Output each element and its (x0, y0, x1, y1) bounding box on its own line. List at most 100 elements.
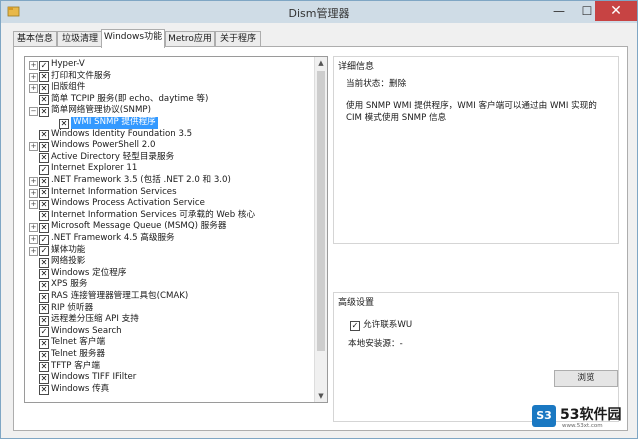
feature-checkbox[interactable]: ✕ (39, 141, 49, 152)
feature-tree-item[interactable]: + ✕ 旧版组件 (25, 82, 313, 94)
watermark-text: 53软件园 (560, 407, 622, 423)
feature-checkbox[interactable]: ✕ (39, 222, 49, 233)
feature-tree-item[interactable]: + ✓ .NET Framework 4.5 高级服务 (25, 233, 313, 245)
feature-tree-item[interactable]: ✕ Telnet 服务器 (25, 349, 313, 361)
tree-expander-icon[interactable]: + (29, 246, 38, 256)
feature-checkbox[interactable]: ✕ (39, 106, 49, 117)
tree-expander-icon[interactable]: + (29, 235, 38, 244)
feature-checkbox[interactable]: ✕ (39, 72, 49, 83)
feature-tree-item[interactable]: + ✕ Windows Process Activation Service (25, 198, 313, 210)
title-bar[interactable]: Dism管理器 — ☐ ✕ (1, 1, 637, 23)
feature-tree-item[interactable]: ✕ 网络投影 (25, 256, 313, 268)
tab-windows-features[interactable]: Windows功能 (101, 29, 165, 48)
feature-checkbox[interactable]: ✕ (39, 83, 49, 94)
tree-expander-icon[interactable]: + (29, 200, 38, 210)
feature-tree-item[interactable]: ✕ TFTP 客户端 (25, 361, 313, 373)
feature-checkbox[interactable]: ✕ (39, 199, 49, 210)
feature-tree-item[interactable]: ✕ Windows 传真 (25, 384, 313, 396)
feature-label: Windows Identity Foundation 3.5 (51, 128, 193, 139)
feature-checkbox[interactable]: ✕ (59, 118, 69, 129)
feature-tree-item[interactable]: ✕ RAS 连接管理器管理工具包(CMAK) (25, 291, 313, 303)
tree-expander-icon[interactable]: − (29, 107, 38, 117)
feature-tree-item[interactable]: ✕ Windows TIFF IFilter (25, 372, 313, 384)
feature-checkbox[interactable]: ✕ (39, 315, 49, 326)
feature-tree-item[interactable]: ✕ RIP 侦听器 (25, 303, 313, 315)
tree-expander-icon[interactable]: + (29, 223, 38, 233)
feature-tree-item[interactable]: − ✕ 简单网络管理协议(SNMP) (25, 105, 313, 117)
feature-checkbox[interactable]: ✕ (39, 95, 49, 106)
feature-tree-item[interactable]: + ✕ Windows PowerShell 2.0 (25, 140, 313, 152)
tab-cleanup[interactable]: 垃圾清理 (57, 31, 103, 47)
feature-checkbox[interactable]: ✕ (39, 292, 49, 303)
scroll-down-arrow-icon[interactable]: ▼ (315, 390, 327, 402)
feature-label: 远程差分压缩 API 支持 (51, 314, 139, 325)
minimize-button[interactable]: — (545, 1, 573, 21)
feature-tree-item[interactable]: ✕ Windows 定位程序 (25, 268, 313, 280)
feature-tree[interactable]: + ✓ Hyper-V + ✕ 打印和文件服务 + ✕ 旧版组件 ✕ 简单 TCPIP 服务(即 e… (24, 56, 328, 403)
tab-about[interactable]: 关于程序 (215, 31, 261, 47)
feature-checkbox[interactable]: ✕ (39, 211, 49, 222)
allow-network-checkbox[interactable]: ✓ (350, 321, 360, 331)
feature-tree-item[interactable]: ✕ 简单 TCPIP 服务(即 echo、daytime 等) (25, 94, 313, 106)
tree-expander-icon[interactable]: + (29, 188, 38, 198)
tree-expander-icon[interactable]: + (29, 72, 38, 82)
feature-label: Windows Search (51, 325, 122, 336)
feature-checkbox[interactable]: ✕ (39, 257, 49, 268)
feature-checkbox[interactable]: ✓ (39, 246, 49, 257)
details-group: 详细信息 当前状态：删除 使用 SNMP WMI 提供程序，WMI 客户端可以通… (333, 56, 619, 244)
scrollbar-thumb[interactable] (317, 71, 325, 351)
feature-label: Internet Explorer 11 (51, 163, 138, 174)
feature-description: 使用 SNMP WMI 提供程序，WMI 客户端可以通过由 WMI 实现的 CI… (346, 101, 597, 123)
feature-checkbox[interactable]: ✕ (39, 385, 49, 396)
feature-tree-item[interactable]: + ✕ .NET Framework 3.5 (包括 .NET 2.0 和 3.0) (25, 175, 313, 187)
feature-tree-item[interactable]: + ✕ Internet Information Services (25, 187, 313, 199)
feature-tree-item[interactable]: ✕ Windows Identity Foundation 3.5 (25, 129, 313, 141)
feature-checkbox[interactable]: ✓ (39, 164, 49, 175)
feature-checkbox[interactable]: ✓ (39, 60, 49, 71)
details-heading: 详细信息 (336, 59, 377, 72)
feature-tree-item[interactable]: ✕ Active Directory 轻型目录服务 (25, 152, 313, 164)
tab-metro-apps[interactable]: Metro应用 (165, 31, 215, 47)
feature-tree-item[interactable]: + ✕ 打印和文件服务 (25, 71, 313, 83)
allow-network-label: 允许联系WU (363, 320, 413, 330)
feature-tree-item[interactable]: ✕ WMI SNMP 提供程序 (25, 117, 313, 129)
feature-tree-item[interactable]: + ✓ Hyper-V (25, 59, 313, 71)
close-button[interactable]: ✕ (595, 1, 637, 21)
tree-expander-icon[interactable]: + (29, 142, 38, 152)
tab-basic-info[interactable]: 基本信息 (13, 31, 57, 47)
feature-tree-item[interactable]: + ✕ Microsoft Message Queue (MSMQ) 服务器 (25, 221, 313, 233)
feature-label: Internet Information Services 可承载的 Web 核… (51, 209, 256, 220)
tree-expander-icon[interactable]: + (29, 177, 38, 186)
feature-checkbox[interactable]: ✕ (39, 280, 49, 291)
feature-checkbox[interactable]: ✕ (39, 153, 49, 164)
feature-checkbox[interactable]: ✓ (39, 234, 49, 245)
browse-button[interactable]: 浏览 (554, 370, 618, 387)
feature-checkbox[interactable]: ✕ (39, 350, 49, 361)
feature-tree-item[interactable]: ✓ Windows Search (25, 326, 313, 338)
tree-expander-icon[interactable]: + (29, 61, 38, 70)
feature-label: Internet Information Services (51, 186, 177, 197)
feature-tree-item[interactable]: ✕ 远程差分压缩 API 支持 (25, 314, 313, 326)
features-panel: + ✓ Hyper-V + ✕ 打印和文件服务 + ✕ 旧版组件 ✕ 简单 TCPIP 服务(即 e… (13, 46, 628, 431)
tree-expander-icon[interactable]: + (29, 84, 38, 94)
feature-checkbox[interactable]: ✕ (39, 362, 49, 373)
feature-checkbox[interactable]: ✕ (39, 269, 49, 280)
feature-checkbox[interactable]: ✕ (39, 338, 49, 349)
feature-label: Windows 传真 (51, 383, 110, 394)
tree-scrollbar[interactable]: ▲ ▼ (314, 57, 327, 402)
feature-tree-item[interactable]: ✕ XPS 服务 (25, 279, 313, 291)
feature-label: WMI SNMP 提供程序 (71, 117, 158, 129)
feature-checkbox[interactable]: ✕ (39, 176, 49, 187)
feature-tree-item[interactable]: ✓ Internet Explorer 11 (25, 163, 313, 175)
app-window: Dism管理器 — ☐ ✕ 基本信息 垃圾清理 Windows功能 Metro应… (0, 0, 638, 439)
feature-checkbox[interactable]: ✕ (39, 188, 49, 199)
feature-tree-item[interactable]: ✕ Telnet 客户端 (25, 337, 313, 349)
feature-label: Telnet 服务器 (51, 349, 106, 359)
feature-checkbox[interactable]: ✕ (39, 304, 49, 315)
feature-checkbox[interactable]: ✕ (39, 130, 49, 141)
feature-tree-item[interactable]: ✕ Internet Information Services 可承载的 Web … (25, 210, 313, 222)
feature-checkbox[interactable]: ✓ (39, 327, 49, 338)
feature-tree-item[interactable]: + ✓ 媒体功能 (25, 245, 313, 257)
scroll-up-arrow-icon[interactable]: ▲ (315, 57, 327, 69)
feature-checkbox[interactable]: ✕ (39, 373, 49, 384)
